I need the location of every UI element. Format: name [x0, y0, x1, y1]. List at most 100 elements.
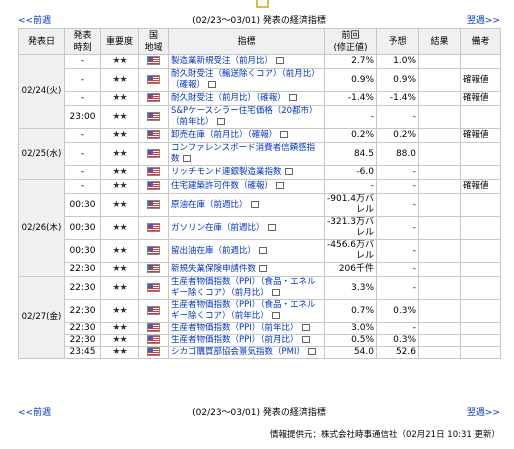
time-cell: 23:45: [64, 346, 101, 359]
result-value: [418, 54, 461, 69]
indicator-cell: 留出油在庫（前週比）: [168, 239, 325, 263]
us-flag-icon: [147, 93, 160, 102]
us-flag-icon: [147, 199, 160, 209]
document-icon[interactable]: [259, 246, 268, 254]
result-value: [418, 216, 461, 240]
document-icon[interactable]: [276, 57, 285, 64]
indicator-link[interactable]: 生産者物価指数（PPI）（前年比）: [171, 324, 299, 334]
header-forecast: 予想: [376, 28, 419, 55]
indicator-link[interactable]: リッチモンド連銀製造業指数: [171, 167, 282, 177]
importance-stars: ★★: [100, 91, 139, 106]
forecast-value: 88.0: [376, 142, 419, 166]
time-cell: 00:30: [64, 216, 101, 240]
time-cell: 22:30: [64, 276, 101, 300]
indicator-link[interactable]: 生産者物価指数（PPI）（前月比）: [171, 336, 299, 346]
importance-stars: ★★: [100, 179, 139, 194]
forecast-value: -: [376, 105, 419, 129]
result-value: [418, 276, 461, 300]
table-row: - ★★ リッチモンド連銀製造業指数 -6.0-: [19, 165, 501, 180]
next-week-link-bottom[interactable]: 翌週>>: [467, 405, 500, 418]
date-cell: 02/27(金): [18, 276, 65, 359]
document-icon[interactable]: [301, 324, 310, 331]
note-cell: [460, 165, 501, 180]
country-cell: [138, 216, 169, 240]
document-icon[interactable]: [216, 118, 225, 125]
document-icon[interactable]: [301, 336, 310, 343]
us-flag-icon: [147, 264, 160, 273]
document-icon[interactable]: [271, 312, 280, 319]
document-icon[interactable]: [208, 81, 217, 88]
note-cell: [460, 262, 501, 277]
document-icon[interactable]: [288, 94, 297, 101]
importance-stars: ★★: [100, 239, 139, 263]
indicator-link[interactable]: 生産者物価指数（PPI）（食品・エネルギー除くコア）（前年比）: [171, 301, 316, 322]
note-cell: 確報値: [460, 128, 501, 143]
time-cell: -: [64, 128, 101, 143]
us-flag-icon: [147, 148, 160, 158]
country-cell: [138, 105, 169, 129]
indicator-link[interactable]: 耐久財受注（前月比）（確報）: [171, 93, 286, 103]
week-title: (02/23～03/01) 発表の経済指標: [192, 16, 326, 26]
forecast-value: -1.4%: [376, 91, 419, 106]
previous-value: -321.3万バレル: [324, 216, 377, 240]
indicator-link[interactable]: 留出油在庫（前週比）: [171, 246, 256, 256]
document-icon[interactable]: [250, 200, 259, 208]
indicator-cell: 生産者物価指数（PPI）（食品・エネルギー除くコア）（前月比）: [168, 276, 325, 300]
importance-stars: ★★: [100, 142, 139, 166]
result-value: [418, 239, 461, 263]
us-flag-icon: [147, 74, 160, 84]
note-cell: [460, 346, 501, 359]
us-flag-icon: [147, 111, 160, 121]
document-icon[interactable]: [267, 223, 276, 231]
document-icon[interactable]: [284, 168, 293, 175]
indicator-link[interactable]: コンファレンスボード消費者信頼感指数: [171, 144, 315, 165]
document-icon[interactable]: [276, 182, 285, 189]
previous-value: 0.7%: [324, 299, 377, 323]
forecast-value: 0.2%: [376, 128, 419, 143]
forecast-value: -: [376, 239, 419, 263]
indicator-link[interactable]: 原油在庫（前週比）: [171, 200, 248, 210]
country-cell: [138, 346, 169, 359]
forecast-value: -: [376, 179, 419, 194]
header-result: 結果: [418, 28, 461, 55]
document-icon[interactable]: [259, 265, 268, 272]
previous-value: 54.0: [324, 346, 377, 359]
country-cell: [138, 142, 169, 166]
importance-stars: ★★: [100, 193, 139, 217]
result-value: [418, 299, 461, 323]
document-icon[interactable]: [307, 348, 316, 355]
importance-stars: ★★: [100, 276, 139, 300]
document-icon[interactable]: [271, 289, 280, 296]
next-week-link[interactable]: 翌週>>: [467, 13, 500, 26]
table-row: 00:30 ★★ 原油在庫（前週比） -901.4万バレル -: [19, 193, 501, 217]
country-cell: [138, 193, 169, 217]
note-cell: [460, 299, 501, 323]
note-cell: [460, 216, 501, 240]
importance-stars: ★★: [100, 165, 139, 180]
time-cell: -: [64, 54, 101, 69]
indicator-cell: 生産者物価指数（PPI）（前月比）: [168, 334, 325, 347]
country-cell: [138, 165, 169, 180]
result-value: [418, 334, 461, 347]
table-row: 22:30 ★★ 新規失業保険申請件数 206千件 -: [19, 262, 501, 277]
indicator-link[interactable]: 卸売在庫（前月比）（確報）: [171, 130, 277, 140]
indicator-link[interactable]: ガソリン在庫（前週比）: [171, 223, 265, 233]
indicator-link[interactable]: 新規失業保険申請件数: [171, 264, 256, 274]
forecast-value: -: [376, 276, 419, 300]
indicator-link[interactable]: 生産者物価指数（PPI）（食品・エネルギー除くコア）（前月比）: [171, 278, 316, 299]
time-cell: -: [64, 91, 101, 106]
country-cell: [138, 276, 169, 300]
previous-value: 206千件: [324, 262, 377, 277]
note-cell: [460, 239, 501, 263]
previous-value: 0.2%: [324, 128, 377, 143]
indicator-link[interactable]: S&Pケースシラー住宅価格（20都市）（前年比）: [171, 107, 318, 128]
week-nav-top: <<前週 (02/23～03/01) 発表の経済指標 翌週>>: [18, 12, 500, 26]
indicator-link[interactable]: 製造業新規受注（前月比）: [171, 56, 273, 66]
indicator-link[interactable]: 耐久財受注（輸送除くコア）（前月比）（確報）: [171, 70, 320, 91]
indicator-link[interactable]: シカゴ購買部協会景気指数（PMI）: [171, 348, 305, 358]
indicator-link[interactable]: 住宅建築許可件数（確報）: [171, 181, 273, 191]
time-cell: 22:30: [64, 322, 101, 335]
note-cell: [460, 322, 501, 335]
document-icon[interactable]: [182, 155, 191, 162]
document-icon[interactable]: [280, 131, 289, 138]
